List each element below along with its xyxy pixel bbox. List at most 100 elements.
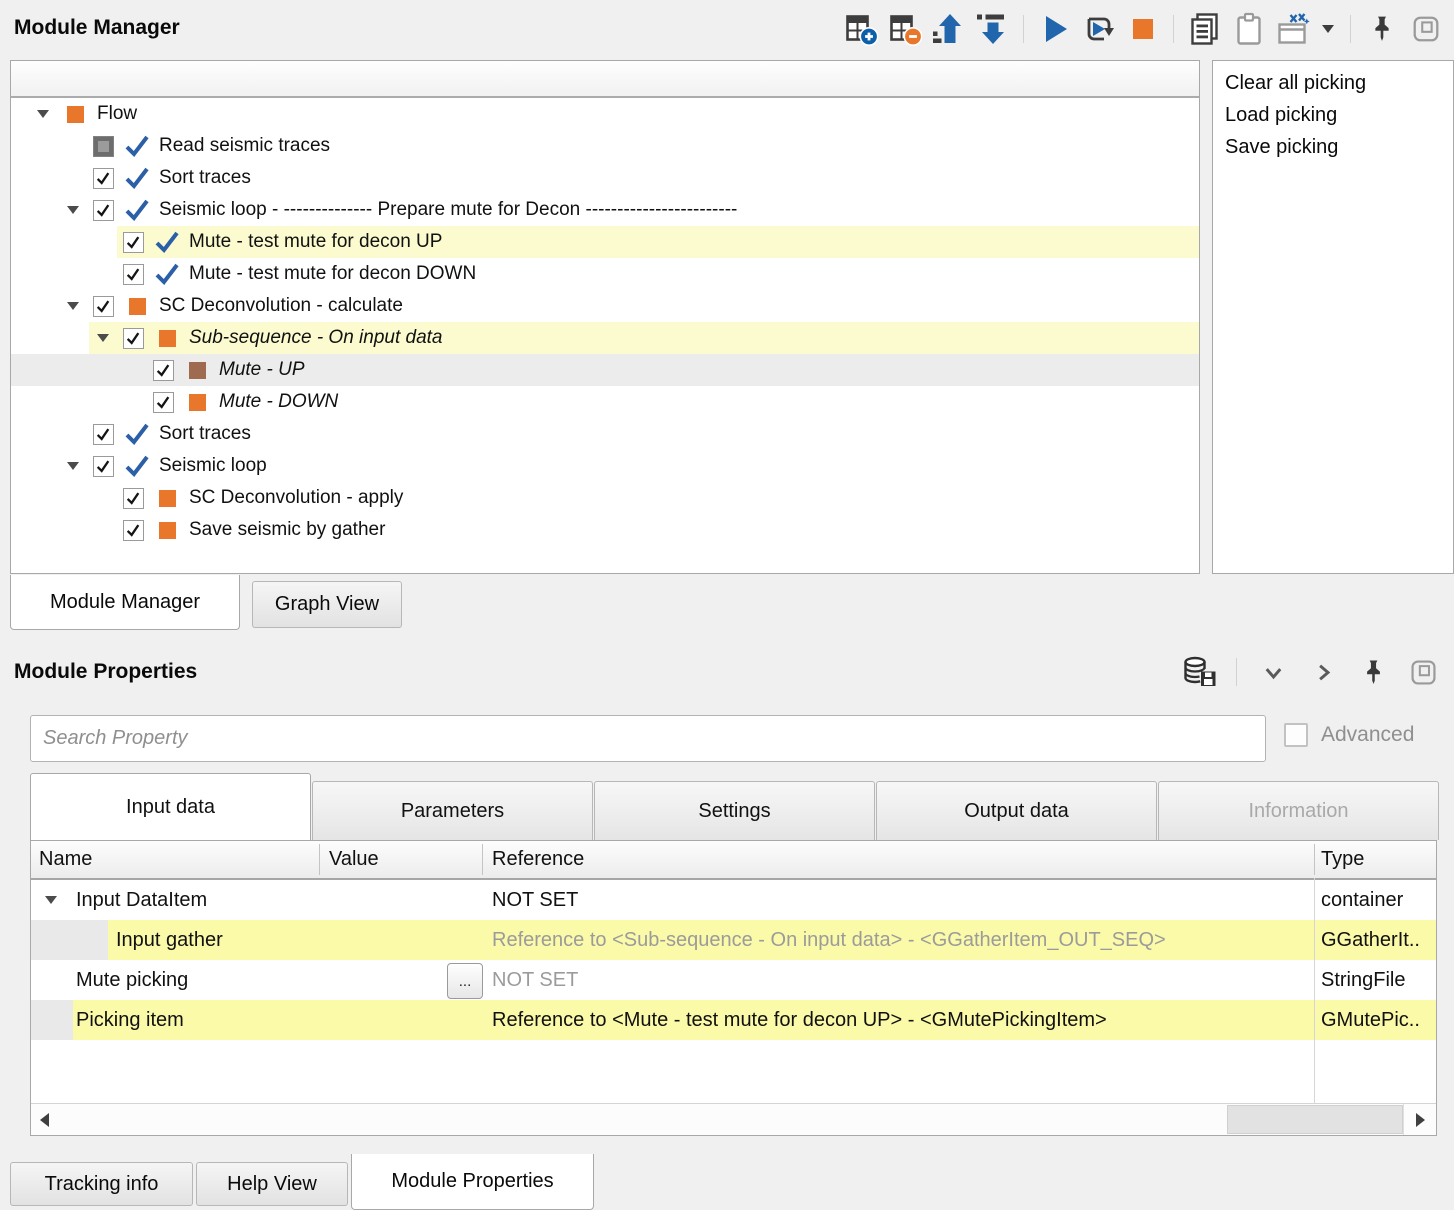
property-table: Name Value Reference Type Input DataItemNOT… — [30, 840, 1437, 1136]
tab-module-manager[interactable]: Module Manager — [10, 575, 240, 630]
check-blue-icon — [119, 134, 155, 158]
tree-row[interactable]: Mute - test mute for decon UP — [11, 226, 1199, 258]
toolbar-separator — [1173, 15, 1174, 43]
tree-row[interactable]: Sub-sequence - On input data — [11, 322, 1199, 354]
add-module-icon[interactable] — [842, 11, 879, 48]
menu-item[interactable]: Clear all picking — [1213, 67, 1453, 99]
stop-icon[interactable] — [1124, 11, 1161, 48]
expander-icon[interactable] — [45, 896, 57, 904]
pin-icon[interactable] — [1355, 654, 1392, 691]
tree-checkbox[interactable] — [87, 136, 119, 157]
toolbar-separator — [1350, 15, 1351, 43]
column-divider[interactable] — [482, 844, 483, 875]
expander-icon[interactable] — [59, 462, 87, 470]
scroll-right-button[interactable] — [1403, 1104, 1436, 1135]
cell-type: container — [1321, 880, 1403, 920]
scrollbar-thumb[interactable] — [1227, 1105, 1403, 1134]
tab-module-properties[interactable]: Module Properties — [351, 1154, 594, 1210]
tab-graph-view[interactable]: Graph View — [252, 581, 402, 628]
new-window-icon[interactable] — [1274, 11, 1311, 48]
table-row[interactable]: Picking itemReference to <Mute - test mu… — [31, 1000, 1436, 1040]
advanced-label: Advanced — [1321, 723, 1414, 747]
new-window-dropdown-icon[interactable] — [1318, 11, 1338, 48]
tree-row[interactable]: Mute - test mute for decon DOWN — [11, 258, 1199, 290]
menu-item[interactable]: Load picking — [1213, 99, 1453, 131]
square-orange-icon — [57, 106, 93, 123]
tree-checkbox[interactable] — [117, 264, 149, 285]
advanced-checkbox[interactable] — [1284, 723, 1308, 747]
column-header-name[interactable]: Name — [39, 841, 92, 878]
tree-checkbox[interactable] — [87, 200, 119, 221]
tab-help-view[interactable]: Help View — [196, 1162, 348, 1206]
browse-button[interactable]: ... — [447, 963, 483, 999]
tree-row[interactable]: Seismic loop — [11, 450, 1199, 482]
menu-item[interactable]: Save picking — [1213, 131, 1453, 163]
toolbar-separator — [1023, 15, 1024, 43]
tree-checkbox[interactable] — [117, 488, 149, 509]
tree-checkbox[interactable] — [117, 232, 149, 253]
tree-item-label: Mute - DOWN — [215, 391, 338, 413]
expander-icon[interactable] — [89, 334, 117, 342]
table-row[interactable]: Input DataItemNOT SETcontainer — [31, 880, 1436, 920]
column-header-type[interactable]: Type — [1321, 841, 1364, 878]
tree-checkbox[interactable] — [87, 168, 119, 189]
cell-name: Mute picking — [76, 960, 188, 1000]
tab-settings[interactable]: Settings — [594, 781, 875, 840]
tree-row[interactable]: Sort traces — [11, 162, 1199, 194]
tree-checkbox[interactable] — [117, 328, 149, 349]
remove-module-icon[interactable] — [886, 11, 923, 48]
float-icon[interactable] — [1405, 654, 1442, 691]
table-row[interactable]: Input gatherReference to <Sub-sequence -… — [31, 920, 1436, 960]
tab-output-data[interactable]: Output data — [876, 781, 1157, 840]
tree-checkbox[interactable] — [147, 392, 179, 413]
cell-type: GGatherIt.. — [1321, 920, 1420, 960]
tab-tracking-info[interactable]: Tracking info — [10, 1162, 193, 1206]
cell-name: Input DataItem — [76, 880, 207, 920]
tree-checkbox[interactable] — [117, 520, 149, 541]
expander-icon[interactable] — [29, 110, 57, 118]
square-orange-icon — [149, 522, 185, 539]
tree-row[interactable]: Seismic loop - -------------- Prepare mu… — [11, 194, 1199, 226]
tree-row[interactable]: Mute - DOWN — [11, 386, 1199, 418]
tree-row[interactable]: Sort traces — [11, 418, 1199, 450]
scroll-left-icon — [40, 1113, 49, 1127]
chevron-down-icon[interactable] — [1255, 654, 1292, 691]
tree-row[interactable]: SC Deconvolution - calculate — [11, 290, 1199, 322]
tree-row[interactable]: Mute - UP — [11, 354, 1199, 386]
expander-icon[interactable] — [59, 206, 87, 214]
column-header-value[interactable]: Value — [329, 841, 379, 878]
run-icon[interactable] — [1036, 11, 1073, 48]
tab-information[interactable]: Information — [1158, 781, 1439, 840]
tree-row[interactable]: SC Deconvolution - apply — [11, 482, 1199, 514]
tree-row[interactable]: Save seismic by gather — [11, 514, 1199, 546]
search-property-input[interactable] — [30, 715, 1266, 762]
show-log-icon[interactable] — [1186, 11, 1223, 48]
float-icon[interactable] — [1407, 11, 1444, 48]
horizontal-scrollbar[interactable] — [31, 1103, 1436, 1135]
move-up-icon[interactable] — [930, 11, 967, 48]
chevron-right-icon[interactable] — [1305, 654, 1342, 691]
db-save-icon[interactable] — [1181, 654, 1218, 691]
table-row[interactable]: Mute picking...NOT SETStringFile — [31, 960, 1436, 1000]
tree-row[interactable]: Flow — [11, 98, 1199, 130]
run-loop-icon[interactable] — [1080, 11, 1117, 48]
tab-parameters[interactable]: Parameters — [312, 781, 593, 840]
column-header-reference[interactable]: Reference — [492, 841, 584, 878]
tree-checkbox[interactable] — [87, 296, 119, 317]
move-down-icon[interactable] — [974, 11, 1011, 48]
tree-item-label: SC Deconvolution - calculate — [155, 295, 403, 317]
tab-input-data[interactable]: Input data — [30, 773, 311, 840]
tree-checkbox[interactable] — [147, 360, 179, 381]
clipboard-icon[interactable] — [1230, 11, 1267, 48]
tree-row[interactable]: Read seismic traces — [11, 130, 1199, 162]
expander-icon[interactable] — [59, 302, 87, 310]
column-divider[interactable] — [319, 844, 320, 875]
advanced-toggle: Advanced — [1284, 723, 1414, 747]
pin-icon[interactable] — [1363, 11, 1400, 48]
column-divider[interactable] — [1314, 844, 1315, 875]
scroll-left-button[interactable] — [31, 1104, 57, 1135]
tree-item-label: Flow — [93, 103, 137, 125]
tree-checkbox[interactable] — [87, 456, 119, 477]
tree-checkbox[interactable] — [87, 424, 119, 445]
module-properties-title: Module Properties — [14, 660, 197, 684]
